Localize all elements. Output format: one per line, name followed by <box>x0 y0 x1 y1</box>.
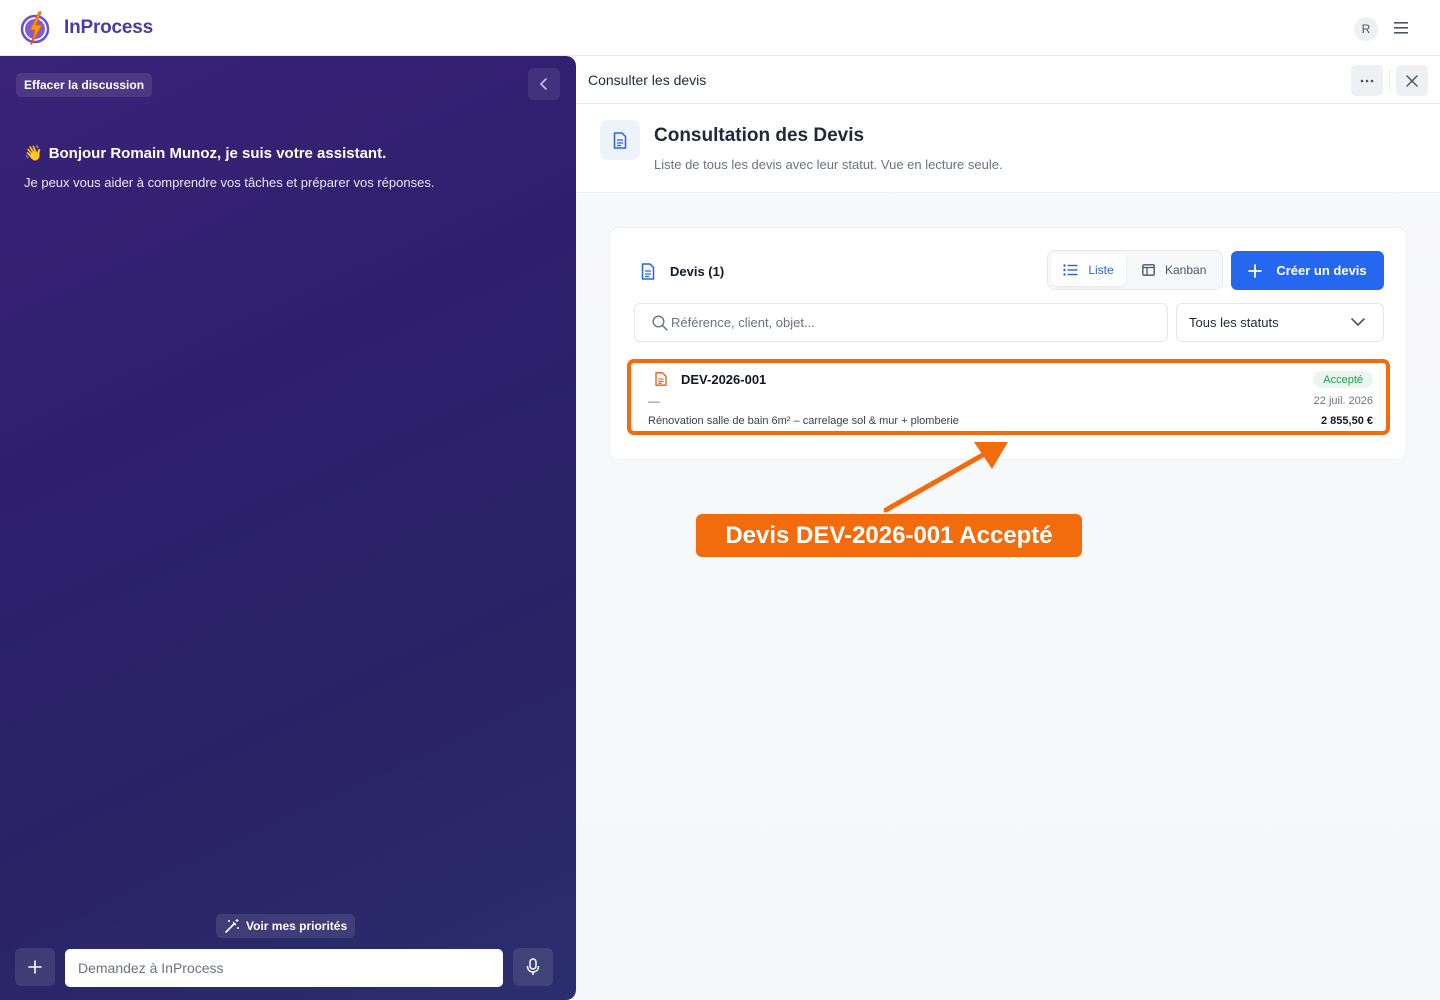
chevron-left-icon <box>539 78 547 90</box>
magic-wand-icon <box>225 919 239 933</box>
close-panel-button[interactable] <box>1396 65 1428 96</box>
status-filter-value: Tous les statuts <box>1189 315 1279 330</box>
panel-header-title: Consulter les devis <box>588 72 707 88</box>
more-dots-icon <box>1360 79 1374 82</box>
annotation-callout: Devis DEV-2026-001 Accepté <box>696 514 1082 557</box>
assistant-greeting: 👋 Bonjour Romain Munoz, je suis votre as… <box>24 144 387 163</box>
page-subtitle: Liste de tous les devis avec leur statut… <box>654 157 1003 172</box>
view-mode-toggle: Liste Kanban <box>1047 250 1223 290</box>
annotation-highlight-box <box>627 359 1390 435</box>
search-input[interactable] <box>671 304 1151 341</box>
view-list-button[interactable]: Liste <box>1051 254 1126 286</box>
header-divider <box>1389 70 1390 90</box>
view-kanban-button[interactable]: Kanban <box>1142 254 1220 286</box>
hamburger-menu-icon[interactable] <box>1393 20 1411 36</box>
more-options-button[interactable] <box>1351 65 1383 96</box>
waving-hand-icon: 👋 <box>24 145 43 162</box>
search-box <box>634 303 1168 342</box>
search-icon <box>652 315 668 331</box>
chat-message-input[interactable] <box>65 949 503 987</box>
app-logo[interactable] <box>20 8 52 48</box>
page-intro: Consultation des Devis Liste de tous les… <box>576 104 1440 193</box>
chevron-down-icon <box>1351 318 1365 326</box>
create-quote-button[interactable]: Créer un devis <box>1231 251 1384 290</box>
annotation-arrow-icon <box>883 442 1008 513</box>
plus-icon <box>28 960 42 974</box>
panel-header: Consulter les devis <box>576 56 1440 104</box>
view-kanban-label: Kanban <box>1165 263 1207 277</box>
list-icon <box>1063 264 1078 276</box>
collapse-panel-button[interactable] <box>528 68 560 100</box>
quotes-count-heading: Devis (1) <box>670 264 725 279</box>
create-quote-label: Créer un devis <box>1276 263 1367 278</box>
view-priorities-button[interactable]: Voir mes priorités <box>216 914 356 938</box>
assistant-subtitle: Je peux vous aider à comprendre vos tâch… <box>24 175 435 190</box>
greeting-text: Bonjour Romain Munoz, je suis votre assi… <box>48 144 387 162</box>
clear-discussion-button[interactable]: Effacer la discussion <box>16 73 153 97</box>
user-avatar[interactable]: R <box>1354 17 1378 41</box>
quote-document-icon <box>641 263 655 280</box>
app-name: InProcess <box>64 17 154 38</box>
status-filter-select[interactable]: Tous les statuts <box>1176 303 1384 342</box>
plus-icon <box>1248 263 1263 278</box>
page-title: Consultation des Devis <box>654 125 865 146</box>
microphone-icon <box>526 958 540 975</box>
add-attachment-button[interactable] <box>15 948 55 986</box>
document-icon <box>600 120 640 160</box>
priorities-label: Voir mes priorités <box>246 919 348 933</box>
microphone-button[interactable] <box>513 948 553 986</box>
close-icon <box>1406 74 1418 87</box>
kanban-columns-icon <box>1142 264 1155 276</box>
top-bar: InProcess R <box>0 0 1440 56</box>
view-list-label: Liste <box>1088 263 1114 277</box>
assistant-chat-panel: Effacer la discussion 👋 Bonjour Romain M… <box>0 56 576 1000</box>
